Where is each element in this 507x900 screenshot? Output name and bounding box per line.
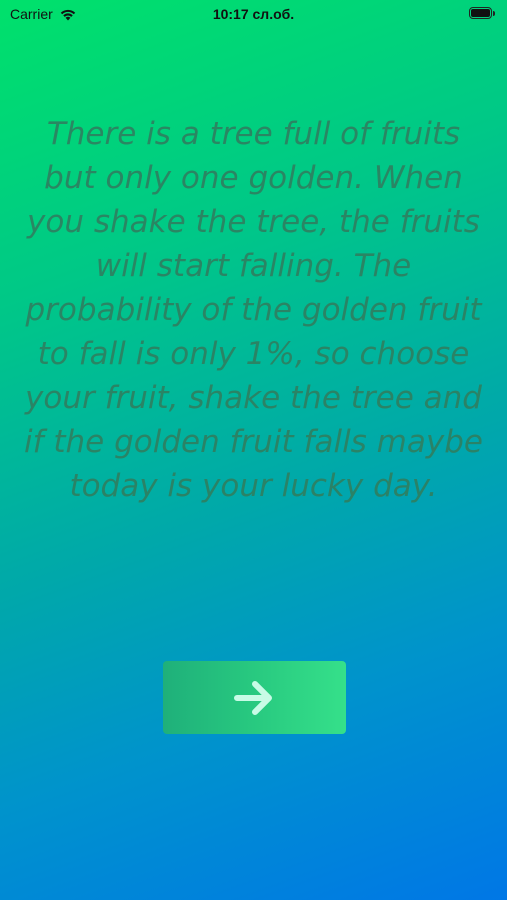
- intro-text: There is a tree full of fruits but only …: [24, 116, 483, 504]
- arrow-right-icon: [233, 680, 272, 715]
- battery-icon: [469, 7, 497, 21]
- status-bar: Carrier 10:17 сл.об.: [0, 0, 507, 30]
- next-button[interactable]: [163, 661, 346, 734]
- status-time: 10:17 сл.об.: [212, 6, 295, 22]
- screen: Carrier 10:17 сл.об. There is a tree ful…: [0, 0, 507, 900]
